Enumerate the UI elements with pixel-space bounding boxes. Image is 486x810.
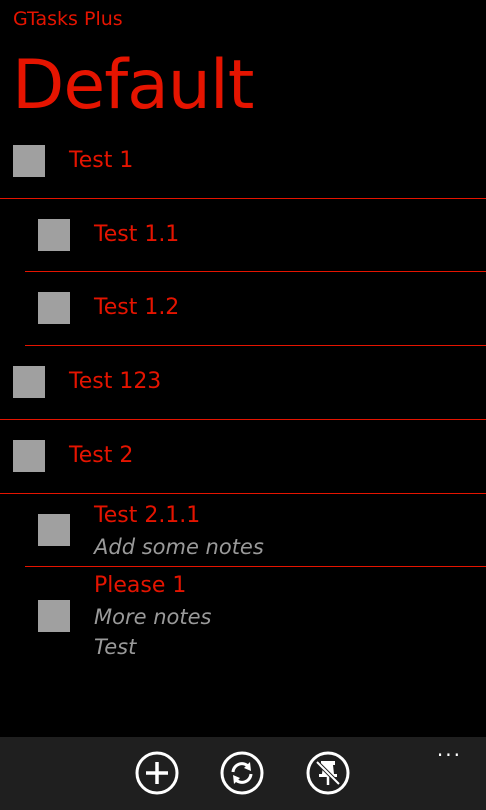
add-icon xyxy=(135,751,179,795)
task-label: Please 1 xyxy=(94,573,187,598)
sync-button[interactable] xyxy=(220,751,264,795)
task-note: Add some notes xyxy=(94,535,264,559)
task-item[interactable]: Test 1 xyxy=(0,126,486,199)
task-list: Test 1 Test 1.1 Test 1.2 Test 123 Test 2… xyxy=(0,126,486,656)
task-item[interactable]: Test 1.1 xyxy=(25,199,486,272)
task-note: Test xyxy=(94,635,137,656)
task-checkbox[interactable] xyxy=(13,440,45,472)
task-checkbox[interactable] xyxy=(38,600,70,632)
sync-icon xyxy=(220,751,264,795)
more-menu-button[interactable]: ... xyxy=(437,739,462,759)
task-checkbox[interactable] xyxy=(38,219,70,251)
task-item[interactable]: Test 123 xyxy=(0,346,486,420)
task-label: Test 1.2 xyxy=(94,295,180,320)
task-checkbox[interactable] xyxy=(38,514,70,546)
task-label: Test 2.1.1 xyxy=(94,503,201,528)
task-label: Test 1.1 xyxy=(94,222,180,247)
task-item[interactable]: Test 2.1.1 Add some notes xyxy=(25,494,486,567)
task-checkbox[interactable] xyxy=(13,366,45,398)
add-button[interactable] xyxy=(135,751,179,795)
task-label: Test 2 xyxy=(69,443,134,468)
task-checkbox[interactable] xyxy=(13,145,45,177)
app-bar: ... xyxy=(0,737,486,810)
task-checkbox[interactable] xyxy=(38,292,70,324)
task-label: Test 123 xyxy=(69,369,162,394)
page-title: Default xyxy=(12,46,254,125)
task-note: More notes xyxy=(94,605,212,629)
pin-button[interactable] xyxy=(306,751,350,795)
pin-icon xyxy=(306,751,350,795)
task-label: Test 1 xyxy=(69,148,134,173)
task-item[interactable]: Please 1 More notes Test xyxy=(25,567,486,656)
task-item[interactable]: Test 1.2 xyxy=(25,272,486,346)
app-title: GTasks Plus xyxy=(13,8,123,30)
task-item[interactable]: Test 2 xyxy=(0,420,486,494)
